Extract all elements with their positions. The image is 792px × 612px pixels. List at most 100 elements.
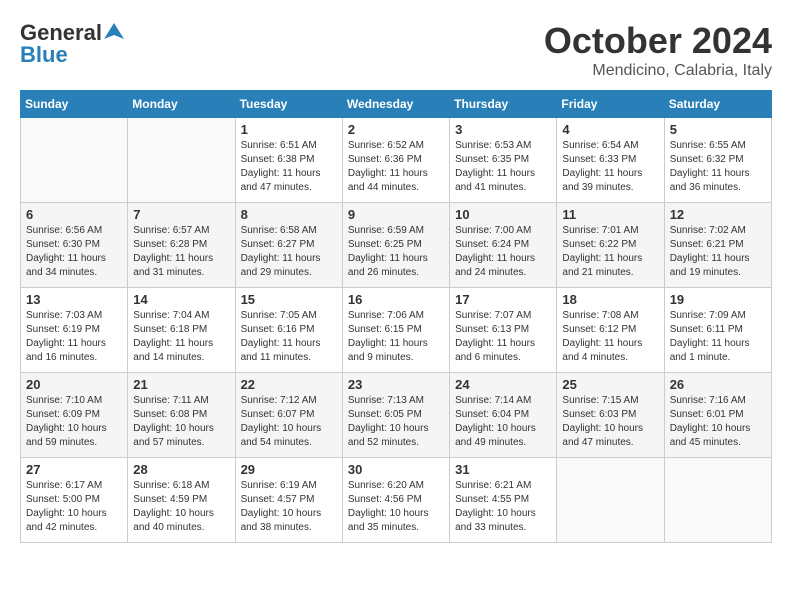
calendar-cell: 2Sunrise: 6:52 AM Sunset: 6:36 PM Daylig… — [342, 118, 449, 203]
day-number: 10 — [455, 207, 551, 222]
calendar-cell — [557, 458, 664, 543]
day-info: Sunrise: 6:57 AM Sunset: 6:28 PM Dayligh… — [133, 224, 229, 280]
day-number: 3 — [455, 122, 551, 137]
day-info: Sunrise: 6:18 AM Sunset: 4:59 PM Dayligh… — [133, 479, 229, 535]
day-number: 18 — [562, 292, 658, 307]
day-info: Sunrise: 6:19 AM Sunset: 4:57 PM Dayligh… — [241, 479, 337, 535]
day-info: Sunrise: 7:09 AM Sunset: 6:11 PM Dayligh… — [670, 309, 766, 365]
day-number: 22 — [241, 377, 337, 392]
day-number: 7 — [133, 207, 229, 222]
day-number: 19 — [670, 292, 766, 307]
logo-bird-icon — [104, 21, 124, 41]
calendar-cell: 16Sunrise: 7:06 AM Sunset: 6:15 PM Dayli… — [342, 288, 449, 373]
day-info: Sunrise: 7:14 AM Sunset: 6:04 PM Dayligh… — [455, 394, 551, 450]
day-info: Sunrise: 7:02 AM Sunset: 6:21 PM Dayligh… — [670, 224, 766, 280]
calendar-cell: 23 Sunrise: 7:13 AM Sunset: 6:05 PM Dayli… — [342, 373, 449, 458]
day-number: 25 — [562, 377, 658, 392]
day-info: Sunrise: 6:58 AM Sunset: 6:27 PM Dayligh… — [241, 224, 337, 280]
weekday-header-tuesday: Tuesday — [235, 91, 342, 118]
month-title: October 2024 — [544, 20, 772, 62]
logo-text-blue: Blue — [20, 42, 68, 68]
day-info: Sunrise: 7:08 AM Sunset: 6:12 PM Dayligh… — [562, 309, 658, 365]
day-number: 28 — [133, 462, 229, 477]
calendar-cell: 15 Sunrise: 7:05 AM Sunset: 6:16 PM Dayli… — [235, 288, 342, 373]
calendar-table: SundayMondayTuesdayWednesdayThursdayFrid… — [20, 90, 772, 543]
day-info: Sunrise: 7:11 AM Sunset: 6:08 PM Dayligh… — [133, 394, 229, 450]
calendar-cell: 4 Sunrise: 6:54 AM Sunset: 6:33 PM Daylig… — [557, 118, 664, 203]
day-number: 6 — [26, 207, 122, 222]
day-number: 24 — [455, 377, 551, 392]
day-number: 1 — [241, 122, 337, 137]
weekday-header-wednesday: Wednesday — [342, 91, 449, 118]
day-info: Sunrise: 6:54 AM Sunset: 6:33 PM Dayligh… — [562, 139, 658, 195]
calendar-cell: 6 Sunrise: 6:56 AM Sunset: 6:30 PM Daylig… — [21, 203, 128, 288]
day-number: 15 — [241, 292, 337, 307]
calendar-week-row: 1 Sunrise: 6:51 AM Sunset: 6:38 PM Daylig… — [21, 118, 772, 203]
calendar-cell: 30 Sunrise: 6:20 AM Sunset: 4:56 PM Dayli… — [342, 458, 449, 543]
calendar-cell: 27 Sunrise: 6:17 AM Sunset: 5:00 PM Dayli… — [21, 458, 128, 543]
day-info: Sunrise: 7:06 AM Sunset: 6:15 PM Dayligh… — [348, 309, 444, 365]
day-number: 20 — [26, 377, 122, 392]
day-info: Sunrise: 7:12 AM Sunset: 6:07 PM Dayligh… — [241, 394, 337, 450]
day-info: Sunrise: 6:17 AM Sunset: 5:00 PM Dayligh… — [26, 479, 122, 535]
day-number: 30 — [348, 462, 444, 477]
day-number: 2 — [348, 122, 444, 137]
day-number: 4 — [562, 122, 658, 137]
day-info: Sunrise: 7:13 AM Sunset: 6:05 PM Dayligh… — [348, 394, 444, 450]
day-number: 27 — [26, 462, 122, 477]
day-info: Sunrise: 7:16 AM Sunset: 6:01 PM Dayligh… — [670, 394, 766, 450]
calendar-cell: 14Sunrise: 7:04 AM Sunset: 6:18 PM Dayli… — [128, 288, 235, 373]
day-info: Sunrise: 7:10 AM Sunset: 6:09 PM Dayligh… — [26, 394, 122, 450]
calendar-cell: 17Sunrise: 7:07 AM Sunset: 6:13 PM Dayli… — [450, 288, 557, 373]
calendar-cell: 31 Sunrise: 6:21 AM Sunset: 4:55 PM Dayli… — [450, 458, 557, 543]
day-info: Sunrise: 6:59 AM Sunset: 6:25 PM Dayligh… — [348, 224, 444, 280]
day-info: Sunrise: 6:20 AM Sunset: 4:56 PM Dayligh… — [348, 479, 444, 535]
calendar-cell: 28 Sunrise: 6:18 AM Sunset: 4:59 PM Dayli… — [128, 458, 235, 543]
calendar-cell: 20 Sunrise: 7:10 AM Sunset: 6:09 PM Dayli… — [21, 373, 128, 458]
calendar-cell: 10 Sunrise: 7:00 AM Sunset: 6:24 PM Dayli… — [450, 203, 557, 288]
calendar-cell: 1 Sunrise: 6:51 AM Sunset: 6:38 PM Daylig… — [235, 118, 342, 203]
calendar-cell: 7 Sunrise: 6:57 AM Sunset: 6:28 PM Daylig… — [128, 203, 235, 288]
day-info: Sunrise: 7:05 AM Sunset: 6:16 PM Dayligh… — [241, 309, 337, 365]
title-section: October 2024 Mendicino, Calabria, Italy — [544, 20, 772, 80]
calendar-cell: 26 Sunrise: 7:16 AM Sunset: 6:01 PM Dayli… — [664, 373, 771, 458]
day-number: 29 — [241, 462, 337, 477]
calendar-cell: 8 Sunrise: 6:58 AM Sunset: 6:27 PM Daylig… — [235, 203, 342, 288]
day-info: Sunrise: 7:03 AM Sunset: 6:19 PM Dayligh… — [26, 309, 122, 365]
day-number: 23 — [348, 377, 444, 392]
day-info: Sunrise: 7:01 AM Sunset: 6:22 PM Dayligh… — [562, 224, 658, 280]
calendar-cell: 3Sunrise: 6:53 AM Sunset: 6:35 PM Daylig… — [450, 118, 557, 203]
day-info: Sunrise: 6:56 AM Sunset: 6:30 PM Dayligh… — [26, 224, 122, 280]
day-number: 31 — [455, 462, 551, 477]
calendar-cell — [21, 118, 128, 203]
calendar-week-row: 6 Sunrise: 6:56 AM Sunset: 6:30 PM Daylig… — [21, 203, 772, 288]
day-number: 26 — [670, 377, 766, 392]
calendar-cell: 25 Sunrise: 7:15 AM Sunset: 6:03 PM Dayli… — [557, 373, 664, 458]
calendar-cell: 24 Sunrise: 7:14 AM Sunset: 6:04 PM Dayli… — [450, 373, 557, 458]
page-header: General Blue October 2024 Mendicino, Cal… — [20, 20, 772, 80]
logo: General Blue — [20, 20, 124, 68]
calendar-cell: 13Sunrise: 7:03 AM Sunset: 6:19 PM Dayli… — [21, 288, 128, 373]
day-number: 5 — [670, 122, 766, 137]
day-number: 9 — [348, 207, 444, 222]
location-text: Mendicino, Calabria, Italy — [544, 62, 772, 80]
day-info: Sunrise: 6:21 AM Sunset: 4:55 PM Dayligh… — [455, 479, 551, 535]
calendar-week-row: 27 Sunrise: 6:17 AM Sunset: 5:00 PM Dayli… — [21, 458, 772, 543]
day-number: 8 — [241, 207, 337, 222]
weekday-header-thursday: Thursday — [450, 91, 557, 118]
calendar-week-row: 20 Sunrise: 7:10 AM Sunset: 6:09 PM Dayli… — [21, 373, 772, 458]
day-info: Sunrise: 6:55 AM Sunset: 6:32 PM Dayligh… — [670, 139, 766, 195]
day-info: Sunrise: 7:00 AM Sunset: 6:24 PM Dayligh… — [455, 224, 551, 280]
day-info: Sunrise: 7:15 AM Sunset: 6:03 PM Dayligh… — [562, 394, 658, 450]
weekday-header-friday: Friday — [557, 91, 664, 118]
calendar-cell: 22 Sunrise: 7:12 AM Sunset: 6:07 PM Dayli… — [235, 373, 342, 458]
day-info: Sunrise: 6:51 AM Sunset: 6:38 PM Dayligh… — [241, 139, 337, 195]
calendar-cell: 5 Sunrise: 6:55 AM Sunset: 6:32 PM Daylig… — [664, 118, 771, 203]
calendar-header-row: SundayMondayTuesdayWednesdayThursdayFrid… — [21, 91, 772, 118]
weekday-header-saturday: Saturday — [664, 91, 771, 118]
weekday-header-monday: Monday — [128, 91, 235, 118]
calendar-cell: 11 Sunrise: 7:01 AM Sunset: 6:22 PM Dayli… — [557, 203, 664, 288]
day-number: 14 — [133, 292, 229, 307]
calendar-cell: 21Sunrise: 7:11 AM Sunset: 6:08 PM Dayli… — [128, 373, 235, 458]
day-number: 11 — [562, 207, 658, 222]
